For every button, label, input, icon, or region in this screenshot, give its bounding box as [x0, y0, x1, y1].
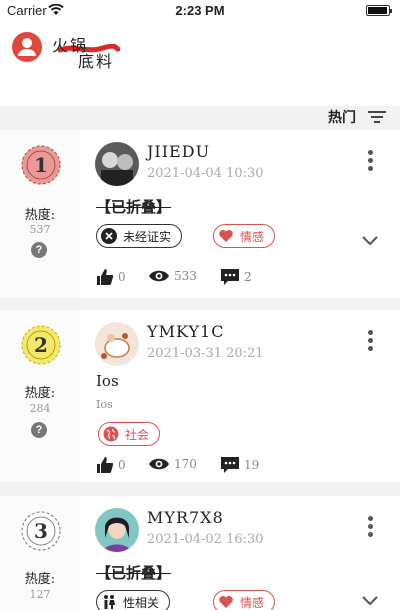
globe-icon: [103, 426, 119, 442]
svg-text:2: 2: [34, 333, 48, 357]
battery-icon: [366, 5, 392, 16]
tag-sexual[interactable]: 性相关: [96, 590, 171, 610]
post-title[interactable]: Ios: [96, 372, 119, 390]
heart-icon: [219, 230, 233, 242]
close-circle-icon: [101, 228, 117, 244]
tag-emotion[interactable]: 情感: [213, 224, 276, 248]
tag-emotion[interactable]: 情感: [213, 590, 276, 610]
thumbs-up-icon: [97, 269, 114, 285]
username[interactable]: YMKY1C: [147, 322, 224, 341]
rank-badge: 3: [21, 511, 61, 551]
comment-stat[interactable]: 2: [220, 268, 252, 286]
logo-line2: 底料: [78, 52, 115, 71]
post-card[interactable]: 2 热度: 284 ? YMKY1C 2021-03-31 20:21 Ios …: [0, 310, 400, 482]
tag-society[interactable]: 社会: [98, 422, 161, 446]
username[interactable]: JIIEDU: [147, 142, 210, 161]
view-count: 533: [174, 268, 197, 283]
help-icon[interactable]: ?: [31, 242, 47, 258]
user-icon: [18, 38, 36, 56]
app-header: 火锅 底料: [0, 22, 400, 106]
post-date: 2021-04-02 16:30: [147, 532, 264, 547]
profile-button[interactable]: [12, 32, 42, 62]
more-options-icon[interactable]: [366, 516, 374, 538]
view-stat: 170: [148, 456, 197, 471]
rank-column: 3 热度: 127: [0, 496, 80, 610]
status-bar: Carrier 2:23 PM: [0, 0, 400, 22]
chevron-down-icon[interactable]: [362, 236, 378, 246]
view-stat: 533: [148, 268, 197, 283]
status-time: 2:23 PM: [175, 3, 225, 18]
user-avatar[interactable]: [95, 142, 139, 186]
like-count: 0: [118, 458, 126, 472]
post-date: 2021-03-31 20:21: [147, 346, 264, 361]
heat-label: 热度:: [24, 572, 56, 587]
folded-notice: 【已折叠】: [96, 198, 172, 216]
user-avatar[interactable]: [95, 508, 139, 552]
rank-column: 1 热度: 537 ?: [0, 130, 80, 298]
sort-hot-label[interactable]: 热门: [328, 107, 356, 127]
comment-icon: [221, 457, 239, 473]
like-count: 0: [118, 270, 126, 284]
more-options-icon[interactable]: [366, 330, 374, 352]
svg-text:1: 1: [34, 153, 48, 177]
eye-icon: [149, 458, 169, 469]
heat-value: 127: [29, 588, 51, 601]
like-stat[interactable]: 0: [96, 268, 126, 286]
comment-count: 2: [244, 270, 252, 284]
heart-icon: [219, 596, 233, 608]
people-icon: [104, 595, 115, 609]
sort-bar: 热门: [0, 106, 400, 128]
username[interactable]: MYR7X8: [147, 508, 224, 527]
heat-value: 284: [29, 402, 51, 415]
heat-label: 热度:: [24, 386, 56, 401]
user-avatar[interactable]: [95, 322, 139, 366]
rank-column: 2 热度: 284 ?: [0, 310, 80, 482]
folded-notice: 【已折叠】: [96, 564, 172, 582]
post-excerpt: Ios: [96, 398, 113, 411]
rank-badge: 1: [21, 145, 61, 185]
thumbs-up-icon: [97, 457, 114, 473]
view-count: 170: [174, 456, 197, 471]
tag-unverified[interactable]: 未经证实: [96, 224, 183, 248]
post-card[interactable]: 1 热度: 537 ? JIIEDU 2021-04-04 10:30 【已折叠…: [0, 130, 400, 298]
more-options-icon[interactable]: [366, 150, 374, 172]
comment-count: 19: [244, 458, 260, 472]
svg-text:3: 3: [34, 519, 48, 543]
eye-icon: [149, 270, 169, 281]
heat-label: 热度:: [24, 208, 56, 223]
post-date: 2021-04-04 10:30: [147, 166, 264, 181]
chevron-down-icon[interactable]: [362, 596, 378, 606]
heat-value: 537: [29, 223, 51, 236]
help-icon[interactable]: ?: [31, 422, 47, 438]
rank-badge: 2: [21, 325, 61, 365]
filter-icon[interactable]: [368, 110, 386, 124]
comment-icon: [221, 269, 239, 285]
comment-stat[interactable]: 19: [220, 456, 259, 474]
like-stat[interactable]: 0: [96, 456, 126, 474]
post-card[interactable]: 3 热度: 127 MYR7X8 2021-04-02 16:30 【已折叠】 …: [0, 496, 400, 610]
